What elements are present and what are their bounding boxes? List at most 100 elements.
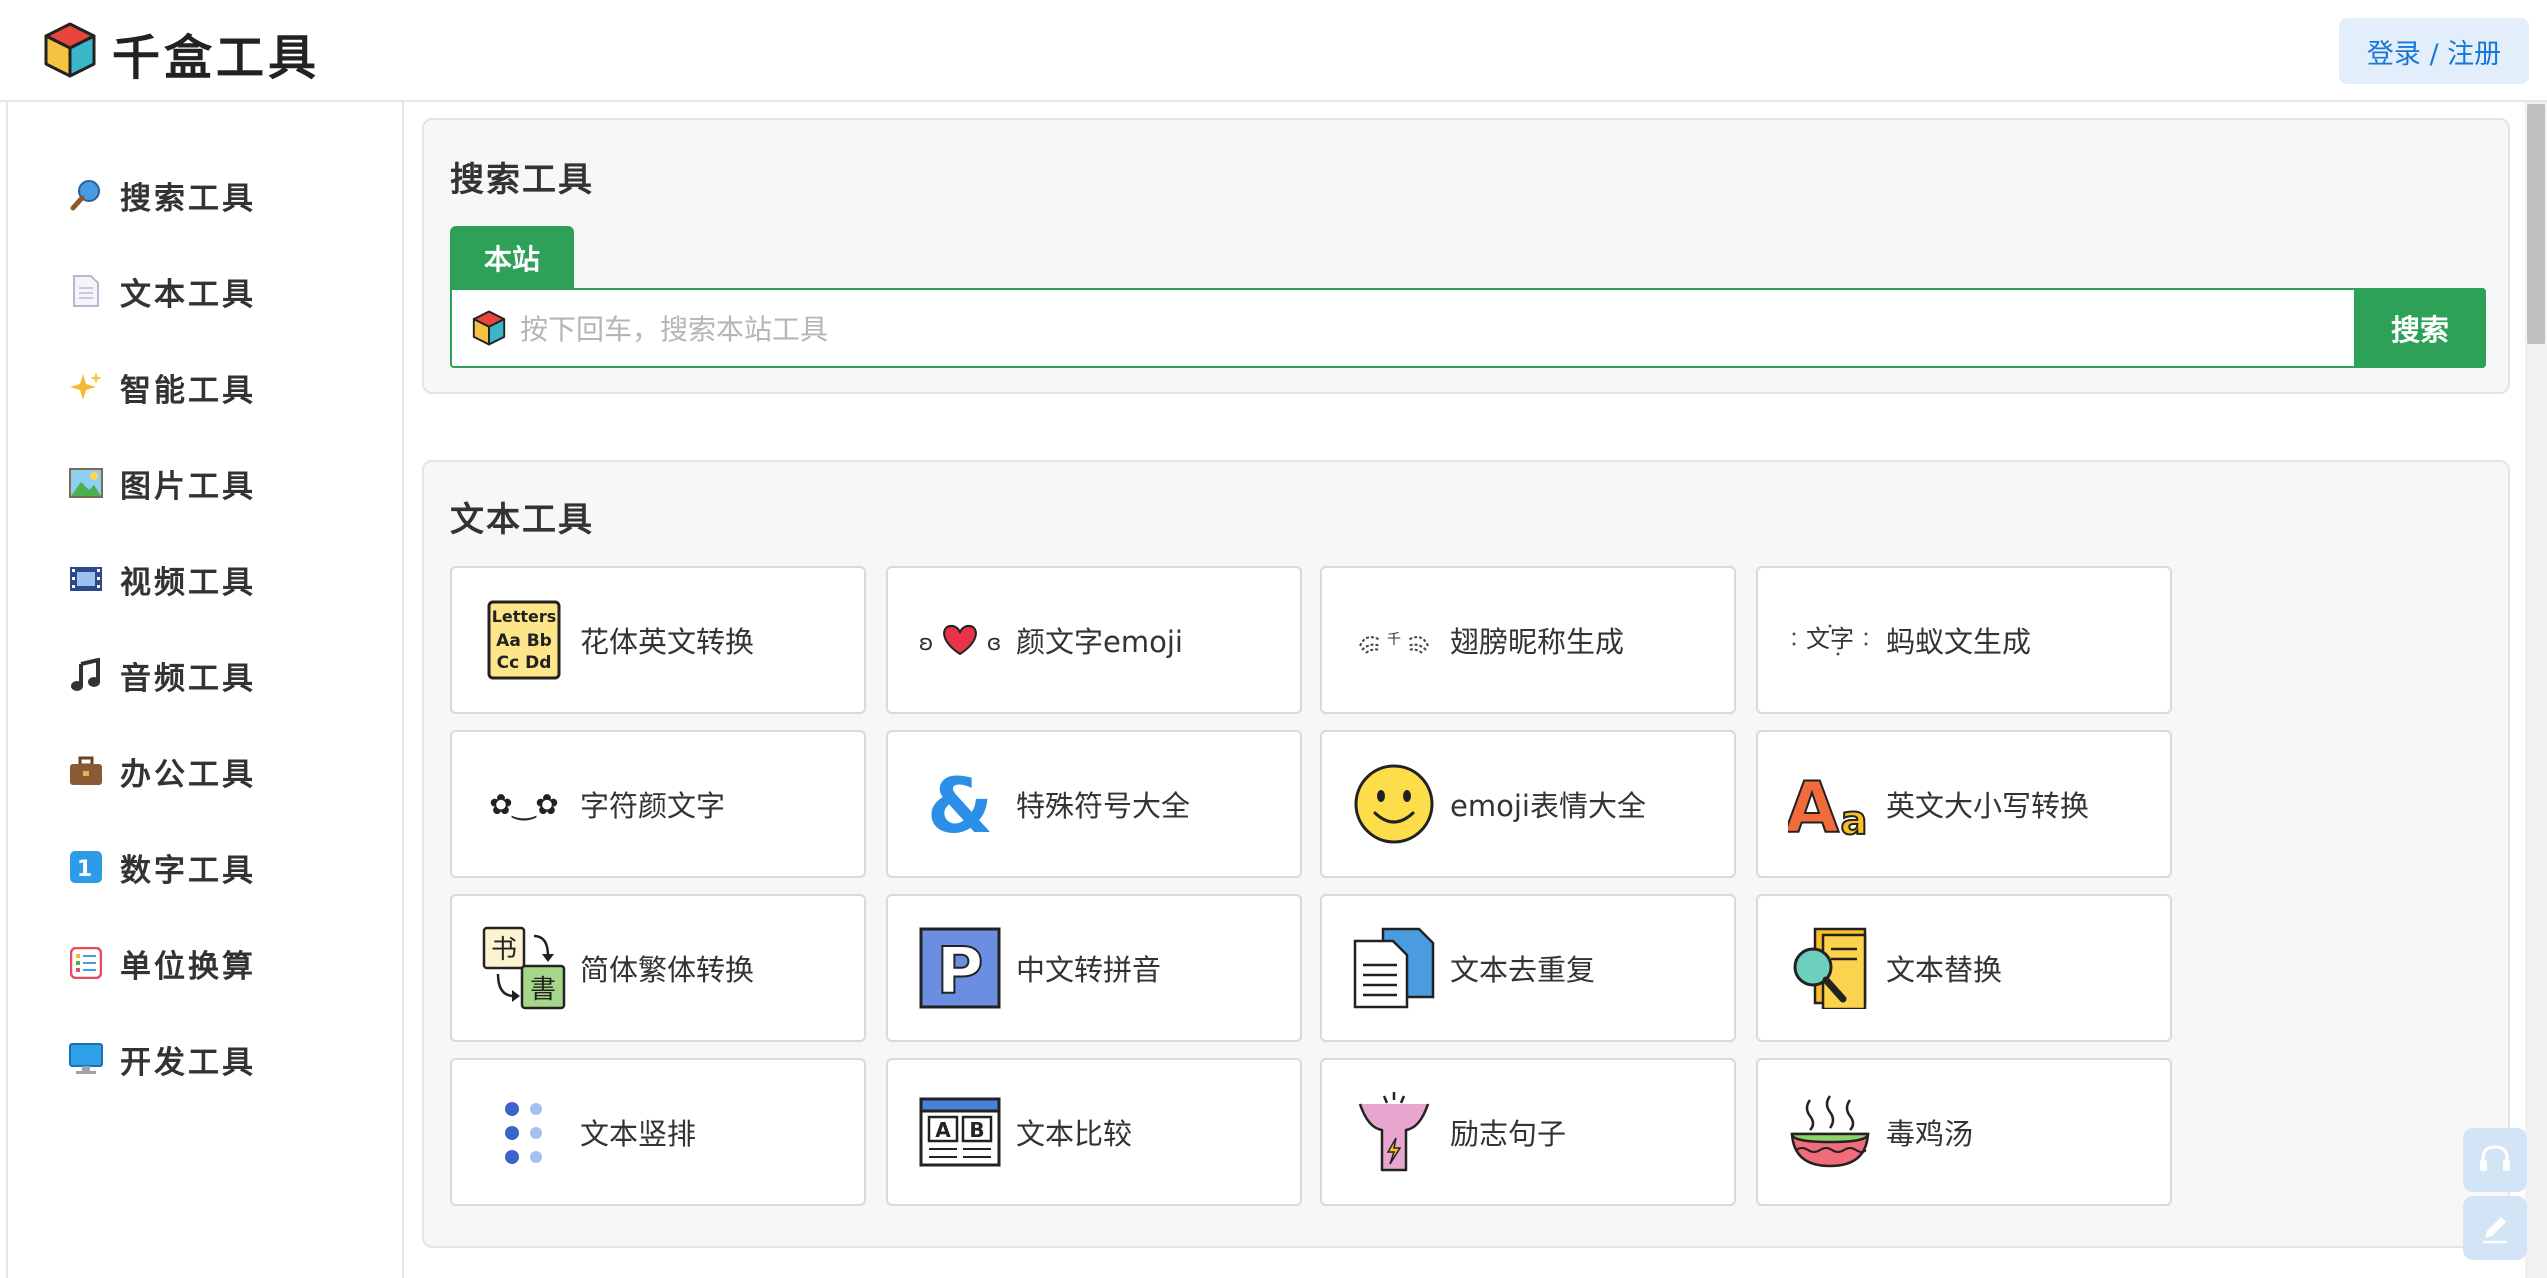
compare-char-b: B [969,1118,984,1142]
tool-label: 特殊符号大全 [1016,789,1191,823]
wings-center-char: 千 [1387,632,1401,648]
tool-label: 文本比较 [1016,1117,1133,1151]
ant-text-chars: 文字 [1806,625,1854,653]
tool-ant-text[interactable]: 文字 蚂蚁文生成 [1756,566,2172,714]
ampersand-glyph: & [927,764,993,844]
sidebar-item-label: 开发工具 [120,1044,256,1081]
feedback-button[interactable] [2463,1196,2527,1260]
number-one-glyph: 1 [77,857,95,882]
scrollbar-thumb[interactable] [2527,104,2545,344]
tool-text-compare[interactable]: A B 文本比较 [886,1058,1302,1206]
sidebar-item-label: 数字工具 [120,852,256,889]
tool-motivational-quotes[interactable]: 励志句子 [1320,1058,1736,1206]
sidebar-item-image-tools[interactable]: 图片工具 [68,455,256,511]
headset-icon [2480,1145,2510,1171]
film-icon [68,561,104,597]
tool-char-kaomoji[interactable]: ✿‿✿ 字符颜文字 [450,730,866,878]
letters-line: Letters [492,607,557,626]
case-letter-lower: a [1841,798,1868,844]
kaomoji-eye: ɞ [987,631,1002,656]
pencil-icon [2483,1217,2507,1244]
sidebar-item-label: 办公工具 [120,756,256,793]
compare-window-icon: A B [918,1090,1002,1174]
tool-simplified-traditional[interactable]: 书 書 简体繁体转换 [450,894,866,1042]
tool-toxic-chicken-soup[interactable]: 毒鸡汤 [1756,1058,2172,1206]
brand-name[interactable]: 千盒工具 [112,18,320,88]
search-document-icon [1788,926,1872,1010]
tool-special-symbols[interactable]: & 特殊符号大全 [886,730,1302,878]
tool-label: 英文大小写转换 [1886,789,2090,823]
tool-emoji-collection[interactable]: emoji表情大全 [1320,730,1736,878]
book-char-traditional: 書 [530,975,556,1005]
book-char-simplified: 书 [491,935,517,965]
tool-label: 颜文字emoji [1016,625,1183,659]
sidebar-item-office-tools[interactable]: 办公工具 [68,743,256,799]
monitor-icon [68,1041,104,1077]
document-icon [68,273,104,309]
wings-icon: 千 [1352,598,1436,682]
picture-icon [68,465,104,501]
letter-p-icon: P [918,926,1002,1010]
tool-label: emoji表情大全 [1450,789,1646,823]
ant-text-icon: 文字 [1788,598,1872,682]
flower-face-text: ✿‿✿ [489,788,558,821]
cube-logo-icon [472,310,506,346]
sidebar-item-label: 文本工具 [120,276,256,313]
section-title: 文本工具 [450,500,594,540]
tool-label: 简体繁体转换 [580,953,755,987]
sidebar-item-label: 音频工具 [120,660,256,697]
magnifier-icon [68,177,104,213]
sidebar-item-unit-conversion[interactable]: 单位换算 [68,935,256,991]
tool-label: 文本替换 [1886,953,2003,987]
sidebar-item-dev-tools[interactable]: 开发工具 [68,1031,256,1087]
tool-label: 花体英文转换 [580,625,755,659]
tool-label: 文本竖排 [580,1117,697,1151]
tool-vertical-text[interactable]: 文本竖排 [450,1058,866,1206]
briefcase-icon [68,753,104,789]
letters-icon: Letters Aa Bb Cc Dd [482,598,566,682]
sidebar-item-label: 图片工具 [120,468,256,505]
sidebar-item-number-tools[interactable]: 1 数字工具 [68,839,256,895]
letters-line: Aa Bb [496,631,552,651]
tool-label: 励志句子 [1450,1117,1567,1151]
text-tools-card: 文本工具 Letters Aa Bb Cc Dd 花体英文转换 ʚ ɞ 颜文字e… [422,460,2510,1248]
kaomoji-eye: ʚ [919,631,934,656]
tool-label: 中文转拼音 [1016,953,1162,987]
section-title: 搜索工具 [450,160,594,200]
pinyin-letter: P [937,935,984,1009]
sidebar-item-label: 视频工具 [120,564,256,601]
tool-chinese-pinyin[interactable]: P 中文转拼音 [886,894,1302,1042]
tab-this-site[interactable]: 本站 [450,226,574,290]
flower-face-icon: ✿‿✿ [482,762,566,846]
tool-wing-nickname[interactable]: 千 翅膀昵称生成 [1320,566,1736,714]
tool-text-replace[interactable]: 文本替换 [1756,894,2172,1042]
sidebar-item-video-tools[interactable]: 视频工具 [68,551,256,607]
sidebar-item-text-tools[interactable]: 文本工具 [68,263,256,319]
tool-fancy-english[interactable]: Letters Aa Bb Cc Dd 花体英文转换 [450,566,866,714]
documents-icon [1352,926,1436,1010]
tool-kaomoji-emoji[interactable]: ʚ ɞ 颜文字emoji [886,566,1302,714]
dot-columns-icon [482,1090,566,1174]
search-input[interactable] [518,290,2302,368]
tool-label: 翅膀昵称生成 [1450,625,1625,659]
kaomoji-heart-icon: ʚ ɞ [918,598,1002,682]
search-tools-card: 搜索工具 本站 搜索 [422,118,2510,394]
customer-service-button[interactable] [2463,1128,2527,1192]
smiley-icon [1352,762,1436,846]
tool-case-convert[interactable]: A a 英文大小写转换 [1756,730,2172,878]
list-icon [68,945,104,981]
tool-text-dedupe[interactable]: 文本去重复 [1320,894,1736,1042]
sidebar-item-search-tools[interactable]: 搜索工具 [68,167,256,223]
search-button[interactable]: 搜索 [2354,288,2486,368]
sidebar-item-audio-tools[interactable]: 音频工具 [68,647,256,703]
soup-bowl-icon [1788,1090,1872,1174]
sidebar-item-ai-tools[interactable]: 智能工具 [68,359,256,415]
sparkles-icon [68,369,104,405]
cheering-person-icon [1352,1090,1436,1174]
login-register-button[interactable]: 登录 / 注册 [2339,18,2529,84]
sidebar-item-label: 智能工具 [120,372,256,409]
compare-char-a: A [935,1118,951,1142]
top-header: 千盒工具 登录 / 注册 [0,0,2547,102]
cube-logo-icon[interactable] [40,20,100,80]
book-convert-icon: 书 書 [482,926,566,1010]
